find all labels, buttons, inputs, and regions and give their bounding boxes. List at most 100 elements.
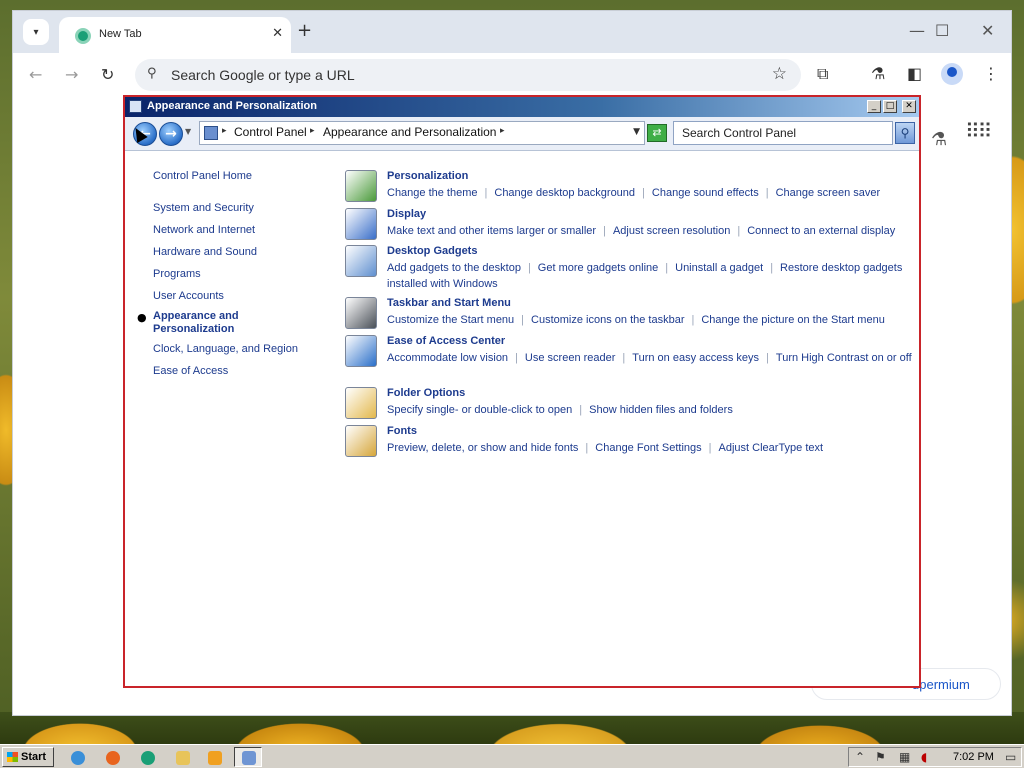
breadcrumb-chevron-icon[interactable]: ▸: [500, 126, 505, 136]
task-link[interactable]: Use screen reader: [525, 352, 616, 364]
explorer-taskbar-icon[interactable]: [168, 747, 196, 767]
reload-icon[interactable]: ↻: [101, 65, 114, 84]
address-dropdown-icon[interactable]: ▼: [633, 127, 640, 137]
media-player-taskbar-icon[interactable]: [200, 747, 228, 767]
nav-clock-language[interactable]: Clock, Language, and Region: [153, 343, 298, 355]
bookmark-star-icon[interactable]: ☆: [772, 64, 787, 84]
task-link[interactable]: Change screen saver: [776, 187, 881, 199]
labs-flask-icon[interactable]: ⚗: [871, 64, 885, 83]
breadcrumb-chevron-icon[interactable]: ▸: [222, 126, 227, 136]
cp-maximize-button[interactable]: □: [883, 100, 897, 113]
link-separator: |: [484, 187, 488, 199]
task-link[interactable]: Turn on easy access keys: [632, 352, 759, 364]
task-link[interactable]: Adjust ClearType text: [719, 442, 824, 454]
side-panel-icon[interactable]: ◧: [907, 64, 922, 83]
ease-of-access-icon[interactable]: [345, 335, 377, 367]
tray-expand-icon[interactable]: ⌃: [855, 750, 865, 764]
nav-system-security[interactable]: System and Security: [153, 202, 254, 214]
firefox-taskbar-icon[interactable]: [98, 747, 126, 767]
task-link[interactable]: Customize icons on the taskbar: [531, 314, 684, 326]
labs-icon[interactable]: ⚗: [931, 129, 947, 150]
forward-icon[interactable]: →: [65, 65, 78, 84]
extensions-icon[interactable]: ⧉: [817, 64, 828, 84]
task-link[interactable]: Accommodate low vision: [387, 352, 508, 364]
cp-search-button-icon[interactable]: ⚲: [895, 122, 915, 144]
task-link[interactable]: Change the theme: [387, 187, 478, 199]
nav-appearance-active[interactable]: Appearance and Personalization: [153, 310, 283, 336]
category-title[interactable]: Desktop Gadgets: [387, 245, 477, 257]
browser-taskbar-icon[interactable]: [133, 747, 161, 767]
show-desktop-icon[interactable]: ▭: [1005, 750, 1016, 764]
window-close-icon[interactable]: ✕: [981, 21, 994, 40]
category-title[interactable]: Display: [387, 208, 426, 220]
action-center-flag-icon[interactable]: ⚑: [875, 750, 886, 764]
recent-pages-chevron-icon[interactable]: ▼: [185, 127, 191, 136]
task-link[interactable]: Change Font Settings: [595, 442, 701, 454]
personalization-icon[interactable]: [345, 170, 377, 202]
minimize-icon[interactable]: —: [909, 21, 925, 40]
task-link[interactable]: Uninstall a gadget: [675, 262, 763, 274]
breadcrumb-chevron-icon[interactable]: ▸: [310, 126, 315, 136]
refresh-icon[interactable]: ⇄: [647, 124, 667, 142]
task-link[interactable]: Specify single- or double-click to open: [387, 404, 572, 416]
task-link[interactable]: Get more gadgets online: [538, 262, 658, 274]
nav-hardware-sound[interactable]: Hardware and Sound: [153, 246, 257, 258]
cp-close-button[interactable]: ✕: [902, 100, 916, 113]
network-icon[interactable]: ▦: [899, 750, 910, 764]
apps-grid-icon[interactable]: ⠿⠿: [965, 119, 992, 143]
nav-network-internet[interactable]: Network and Internet: [153, 224, 255, 236]
gadgets-icon[interactable]: [345, 245, 377, 277]
tulip-petals: [0, 712, 1024, 744]
browser-favicon-icon: [75, 28, 91, 44]
display-icon[interactable]: [345, 208, 377, 240]
folder-options-icon[interactable]: [345, 387, 377, 419]
new-tab-icon[interactable]: +: [297, 20, 312, 41]
task-link[interactable]: Customize the Start menu: [387, 314, 514, 326]
back-icon[interactable]: ←: [29, 65, 42, 84]
task-link[interactable]: Connect to an external display: [747, 225, 895, 237]
cp-forward-icon[interactable]: →: [159, 122, 183, 146]
cp-minimize-button[interactable]: _: [867, 100, 881, 113]
task-link[interactable]: Preview, delete, or show and hide fonts: [387, 442, 578, 454]
maximize-icon[interactable]: ☐: [935, 21, 949, 40]
task-link[interactable]: Make text and other items larger or smal…: [387, 225, 596, 237]
clock[interactable]: 7:02 PM: [953, 751, 994, 763]
volume-muted-icon[interactable]: ◖: [921, 750, 927, 764]
task-link[interactable]: Change the picture on the Start menu: [701, 314, 884, 326]
cp-search-input[interactable]: Search Control Panel: [673, 121, 893, 145]
taskbar-icon[interactable]: [345, 297, 377, 329]
start-button[interactable]: Start: [2, 747, 54, 767]
cp-home-link[interactable]: Control Panel Home: [153, 170, 252, 182]
tab-title: New Tab: [99, 28, 142, 40]
nav-programs[interactable]: Programs: [153, 268, 201, 280]
fonts-icon[interactable]: [345, 425, 377, 457]
link-separator: |: [708, 442, 712, 454]
category-title[interactable]: Folder Options: [387, 387, 465, 399]
link-separator: |: [766, 352, 769, 364]
menu-kebab-icon[interactable]: ⋮: [983, 64, 999, 83]
task-link[interactable]: Change sound effects: [652, 187, 759, 199]
task-link[interactable]: Change desktop background: [494, 187, 635, 199]
omnibox[interactable]: ⚲ Search Google or type a URL ☆: [135, 59, 801, 91]
control-panel-taskbar-icon[interactable]: [234, 747, 262, 767]
task-link[interactable]: Add gadgets to the desktop: [387, 262, 521, 274]
tab-new-tab[interactable]: New Tab ✕: [59, 17, 291, 53]
task-link[interactable]: Turn High Contrast on or off: [776, 352, 912, 364]
tab-search-icon[interactable]: ▾: [23, 19, 49, 45]
category-title[interactable]: Fonts: [387, 425, 417, 437]
cp-title-bar[interactable]: Appearance and Personalization _ □ ✕: [125, 97, 919, 117]
tab-close-icon[interactable]: ✕: [272, 26, 283, 41]
category-title[interactable]: Taskbar and Start Menu: [387, 297, 511, 309]
category-title[interactable]: Personalization: [387, 170, 468, 182]
ie-taskbar-icon[interactable]: [63, 747, 91, 767]
profile-avatar-icon[interactable]: [941, 63, 963, 85]
link-separator: |: [515, 352, 518, 364]
nav-ease-of-access[interactable]: Ease of Access: [153, 365, 228, 377]
category-title[interactable]: Ease of Access Center: [387, 335, 505, 347]
task-link[interactable]: Adjust screen resolution: [613, 225, 730, 237]
nav-user-accounts[interactable]: User Accounts: [153, 290, 224, 302]
task-link[interactable]: Show hidden files and folders: [589, 404, 733, 416]
breadcrumb[interactable]: ▸ Control Panel ▸ Appearance and Persona…: [199, 121, 645, 145]
breadcrumb-control-panel[interactable]: Control Panel: [234, 125, 307, 139]
breadcrumb-appearance[interactable]: Appearance and Personalization: [323, 125, 496, 139]
